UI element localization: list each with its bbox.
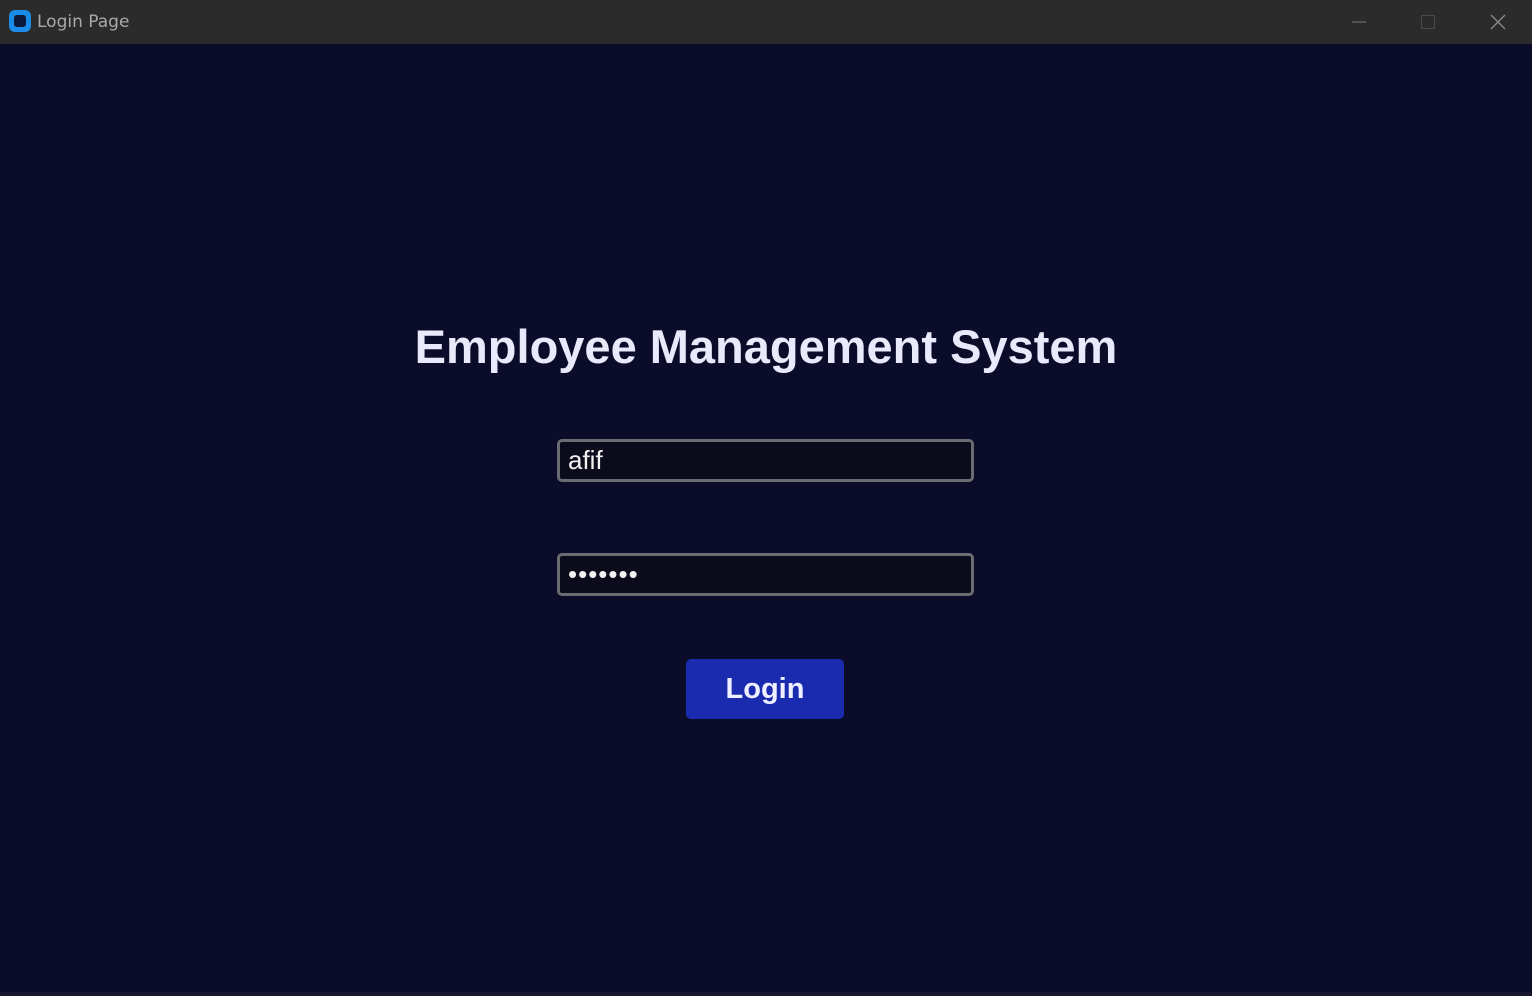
login-window: Login Page Employee Management System Lo… [0,0,1532,996]
login-button[interactable]: Login [686,659,844,719]
window-title: Login Page [37,12,130,32]
title-bar[interactable]: Login Page [0,0,1532,44]
username-input[interactable] [557,439,974,482]
password-input[interactable] [557,553,974,596]
bottom-edge [0,992,1532,996]
minimize-button[interactable] [1324,0,1394,44]
maximize-icon [1421,15,1435,29]
page-title: Employee Management System [414,320,1118,373]
close-button[interactable] [1463,0,1532,44]
minimize-icon [1352,21,1366,23]
close-icon [1490,14,1506,30]
maximize-button[interactable] [1393,0,1463,44]
app-logo-icon [8,9,32,33]
